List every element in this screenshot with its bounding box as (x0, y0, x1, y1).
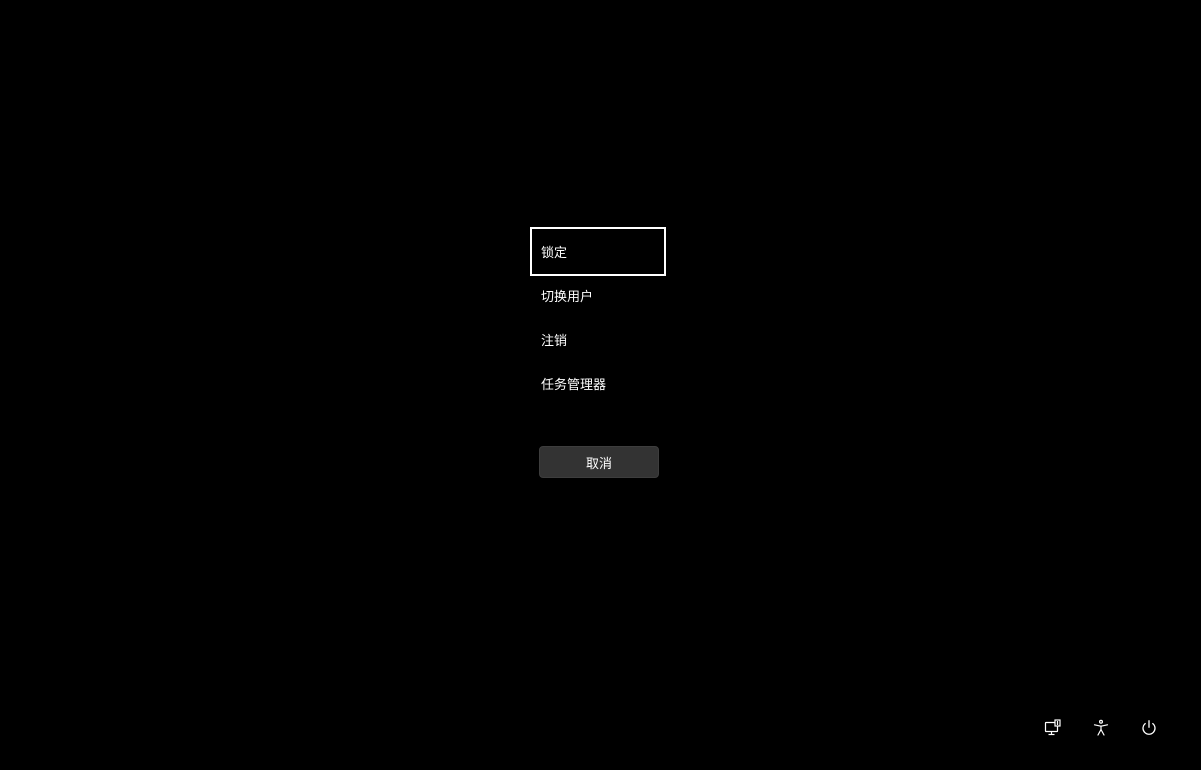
menu-item-task-manager[interactable]: 任务管理器 (530, 359, 666, 408)
menu-item-label: 切换用户 (541, 290, 594, 305)
menu-item-label: 锁定 (541, 246, 568, 261)
power-icon (1142, 720, 1156, 735)
menu-item-switch-user[interactable]: 切换用户 (530, 271, 666, 320)
menu-item-label: 注销 (541, 334, 568, 349)
cancel-button[interactable]: 取消 (539, 446, 659, 478)
network-icon (1044, 719, 1061, 736)
network-button[interactable] (1041, 716, 1065, 740)
menu-item-label: 任务管理器 (541, 378, 607, 393)
accessibility-icon (1093, 719, 1109, 736)
menu-item-sign-out[interactable]: 注销 (530, 315, 666, 364)
ctrl-alt-del-screen: 锁定 切换用户 注销 任务管理器 取消 (0, 0, 1201, 770)
cancel-button-label: 取消 (585, 456, 612, 472)
menu-item-lock[interactable]: 锁定 (530, 227, 666, 276)
power-button[interactable] (1137, 716, 1161, 740)
accessibility-button[interactable] (1089, 716, 1113, 740)
